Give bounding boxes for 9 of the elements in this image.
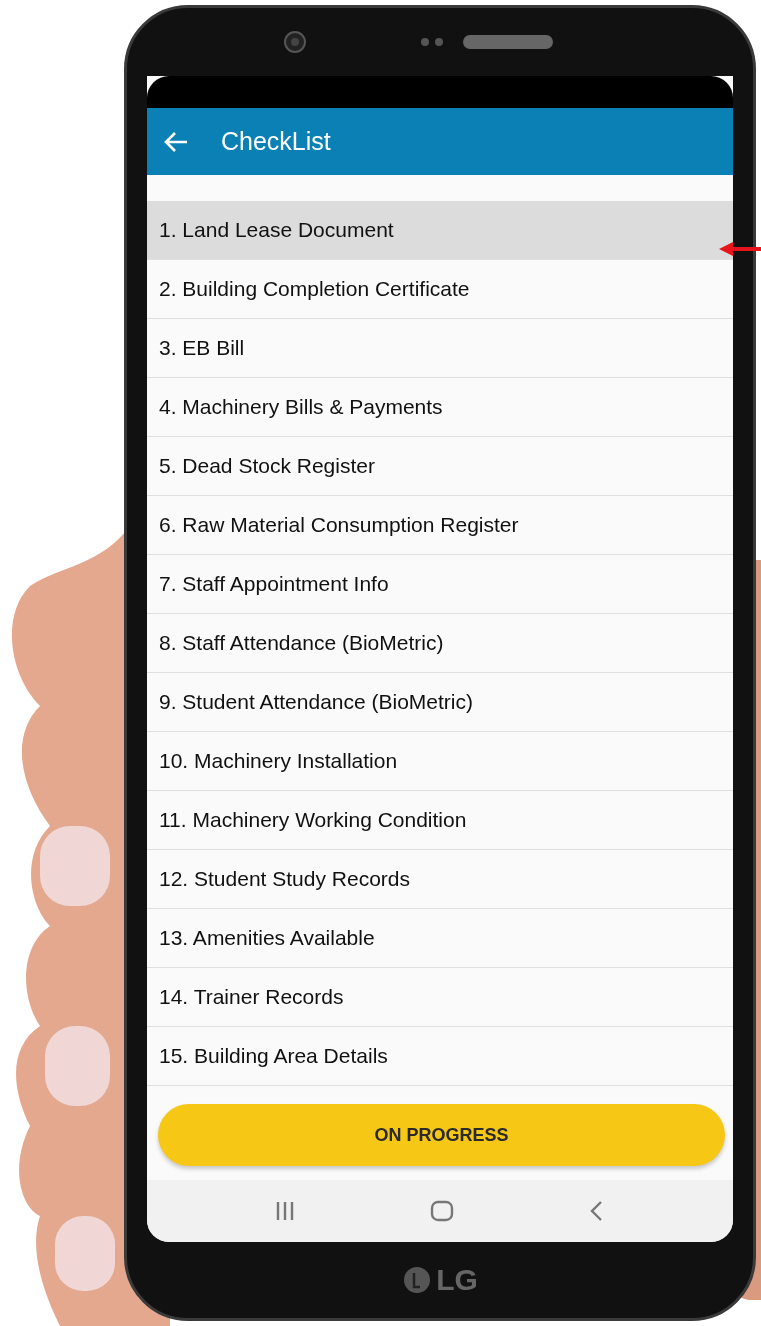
checklist-item[interactable]: 1. Land Lease Document — [147, 201, 733, 260]
home-icon[interactable] — [429, 1199, 455, 1223]
screen-title: CheckList — [221, 127, 331, 156]
arrow-icon — [719, 241, 761, 257]
logo-icon — [402, 1265, 433, 1295]
on-progress-button[interactable]: ON PROGRESS — [158, 1104, 725, 1166]
back-arrow-icon[interactable] — [163, 130, 189, 153]
camera-icon — [283, 30, 307, 54]
brand-logo: LG — [436, 1263, 478, 1297]
